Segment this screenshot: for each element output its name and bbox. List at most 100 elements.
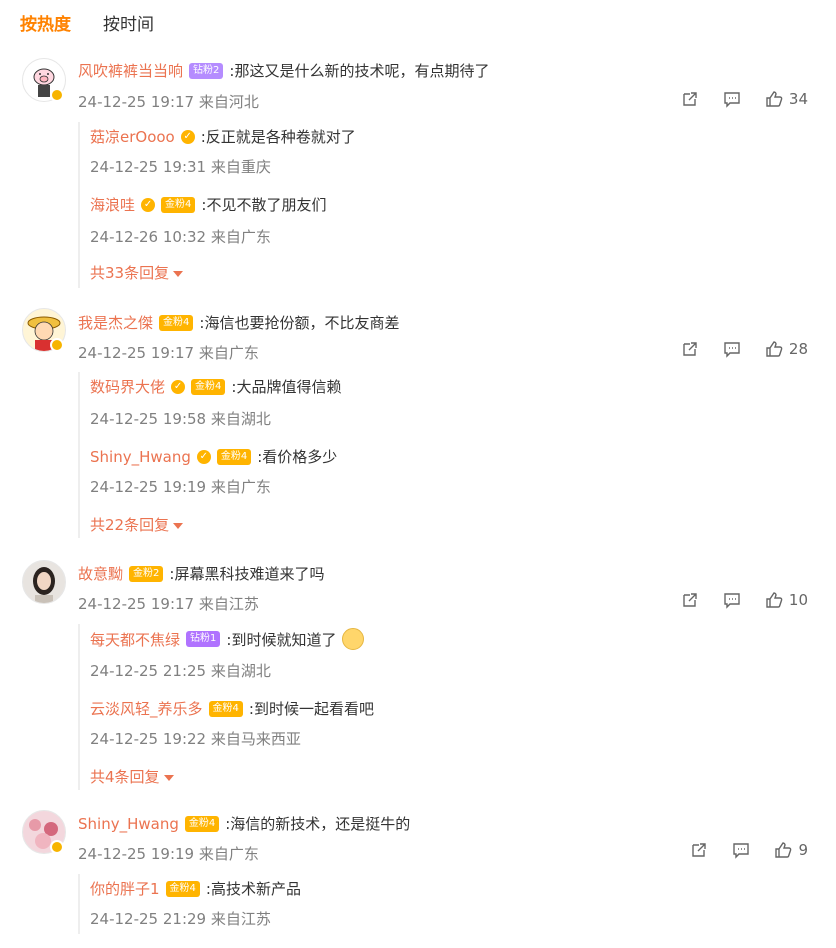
like-count: 10 bbox=[788, 591, 808, 609]
reply-meta: 24-12-26 10:32 来自广东 bbox=[90, 228, 271, 246]
reply-author[interactable]: Shiny_Hwang bbox=[90, 448, 191, 466]
share-icon bbox=[683, 92, 697, 106]
reply-author[interactable]: 菇凉erOooo bbox=[90, 126, 175, 147]
comment-text: :那这又是什么新的技术呢，有点期待了 bbox=[229, 62, 490, 80]
reply-meta: 24-12-25 21:25 来自湖北 bbox=[90, 662, 271, 680]
reply-item: 菇凉erOooo ✓ :反正就是各种卷就对了 bbox=[90, 126, 356, 147]
verified-icon: ✓ bbox=[171, 379, 186, 394]
verified-icon: ✓ bbox=[141, 197, 156, 212]
more-replies-link[interactable]: 共4条回复 bbox=[90, 766, 174, 787]
reply-item: Shiny_Hwang ✓ 金粉4 :看价格多少 bbox=[90, 446, 337, 467]
reply-button[interactable] bbox=[723, 340, 741, 358]
tab-by-time[interactable]: 按时间 bbox=[103, 10, 154, 35]
avatar[interactable] bbox=[22, 560, 66, 604]
comment-icon bbox=[724, 593, 740, 609]
comment-actions: 9 bbox=[690, 841, 808, 859]
fan-badge: 金粉4 bbox=[184, 815, 220, 832]
reply-text: :看价格多少 bbox=[257, 448, 338, 466]
verified-icon bbox=[50, 338, 64, 352]
caret-down-icon bbox=[173, 522, 184, 529]
more-replies-label: 共4条回复 bbox=[90, 768, 160, 786]
comment-author[interactable]: 风吹裤裤当当响 bbox=[78, 60, 183, 81]
reply-button[interactable] bbox=[723, 591, 741, 609]
reply-text: :到时候就知道了 bbox=[226, 630, 337, 649]
reply-meta: 24-12-25 19:31 来自重庆 bbox=[90, 158, 271, 176]
share-button[interactable] bbox=[681, 591, 699, 609]
reply-author[interactable]: 数码界大佬 bbox=[90, 376, 165, 397]
reply-text: :不见不散了朋友们 bbox=[201, 196, 327, 214]
share-button[interactable] bbox=[681, 340, 699, 358]
comment-author[interactable]: 故意黝 bbox=[78, 563, 123, 584]
fan-badge: 钻粉2 bbox=[189, 62, 224, 79]
comment-meta: 24-12-25 19:19 来自广东 bbox=[78, 845, 259, 863]
tab-by-hot[interactable]: 按热度 bbox=[20, 10, 71, 35]
comment-author[interactable]: Shiny_Hwang bbox=[78, 815, 179, 833]
portrait-avatar-icon bbox=[23, 561, 65, 603]
more-replies-label: 共22条回复 bbox=[90, 516, 170, 534]
thumbs-up-icon bbox=[766, 91, 783, 107]
reply-text: :反正就是各种卷就对了 bbox=[200, 128, 356, 146]
fan-badge: 金粉4 bbox=[216, 448, 252, 465]
like-button[interactable]: 9 bbox=[774, 841, 808, 859]
like-button[interactable]: 34 bbox=[765, 90, 808, 108]
share-icon bbox=[683, 342, 697, 356]
more-replies-link[interactable]: 共33条回复 bbox=[90, 262, 184, 283]
like-count: 9 bbox=[798, 841, 808, 859]
comment-icon bbox=[724, 92, 740, 108]
reply-button[interactable] bbox=[732, 841, 750, 859]
fan-badge: 钻粉1 bbox=[186, 631, 221, 647]
share-button[interactable] bbox=[690, 841, 708, 859]
comment-text: :屏幕黑科技难道来了吗 bbox=[169, 565, 325, 583]
reply-author[interactable]: 每天都不焦绿 bbox=[90, 629, 180, 650]
comment-actions: 28 bbox=[681, 340, 808, 358]
reply-item: 海浪哇 ✓ 金粉4 :不见不散了朋友们 bbox=[90, 194, 326, 215]
reply-item: 数码界大佬 ✓ 金粉4 :大品牌值得信赖 bbox=[90, 376, 341, 397]
comment-text: :海信的新技术，还是挺牛的 bbox=[225, 815, 411, 833]
more-replies-link[interactable]: 共22条回复 bbox=[90, 514, 184, 535]
fan-badge: 金粉4 bbox=[165, 880, 200, 897]
reply-button[interactable] bbox=[723, 90, 741, 108]
fan-badge: 金粉4 bbox=[208, 700, 243, 717]
comment-actions: 10 bbox=[681, 591, 808, 609]
fan-badge: 金粉4 bbox=[159, 314, 194, 331]
caret-down-icon bbox=[173, 270, 184, 277]
reply-item: 每天都不焦绿 钻粉1 :到时候就知道了 bbox=[90, 628, 365, 650]
share-icon bbox=[683, 593, 697, 607]
like-count: 34 bbox=[788, 90, 808, 108]
comment-meta: 24-12-25 19:17 来自江苏 bbox=[78, 595, 259, 613]
verified-icon: ✓ bbox=[180, 129, 195, 144]
thumbs-up-icon bbox=[775, 842, 792, 858]
reply-author[interactable]: 云淡风轻_养乐多 bbox=[90, 698, 203, 719]
comment-author[interactable]: 我是杰之傑 bbox=[78, 312, 153, 333]
share-button[interactable] bbox=[681, 90, 699, 108]
comment-text: :海信也要抢份额，不比友商差 bbox=[199, 314, 400, 332]
verified-icon bbox=[50, 88, 64, 102]
reply-author[interactable]: 你的胖子1 bbox=[90, 878, 160, 899]
like-button[interactable]: 10 bbox=[765, 591, 808, 609]
verified-icon: ✓ bbox=[196, 449, 211, 464]
comment-meta: 24-12-25 19:17 来自广东 bbox=[78, 344, 259, 362]
reply-text: :高技术新产品 bbox=[205, 880, 301, 898]
thumbs-up-icon bbox=[766, 341, 783, 357]
reply-meta: 24-12-25 19:22 来自马来西亚 bbox=[90, 730, 301, 748]
reply-meta: 24-12-25 19:19 来自广东 bbox=[90, 478, 271, 496]
reply-item: 你的胖子1 金粉4 :高技术新产品 bbox=[90, 878, 301, 899]
more-replies-label: 共33条回复 bbox=[90, 264, 170, 282]
like-count: 28 bbox=[788, 340, 808, 358]
share-icon bbox=[692, 843, 707, 857]
comment-icon bbox=[724, 342, 740, 358]
reply-meta: 24-12-25 19:58 来自湖北 bbox=[90, 410, 271, 428]
like-button[interactable]: 28 bbox=[765, 340, 808, 358]
fan-badge: 金粉4 bbox=[191, 378, 226, 395]
fan-badge: 金粉4 bbox=[161, 196, 196, 213]
comment-meta: 24-12-25 19:17 来自河北 bbox=[78, 93, 259, 111]
comment-icon bbox=[733, 843, 750, 859]
comment-actions: 34 bbox=[681, 90, 808, 108]
sort-tabs: 按热度 按时间 bbox=[20, 10, 154, 35]
fan-badge: 金粉2 bbox=[129, 565, 164, 582]
verified-icon bbox=[50, 840, 64, 854]
reply-text: :大品牌值得信赖 bbox=[231, 378, 342, 396]
reply-author[interactable]: 海浪哇 bbox=[90, 194, 135, 215]
reply-text: :到时候一起看看吧 bbox=[248, 700, 374, 718]
doge-emoji-icon bbox=[342, 628, 365, 650]
